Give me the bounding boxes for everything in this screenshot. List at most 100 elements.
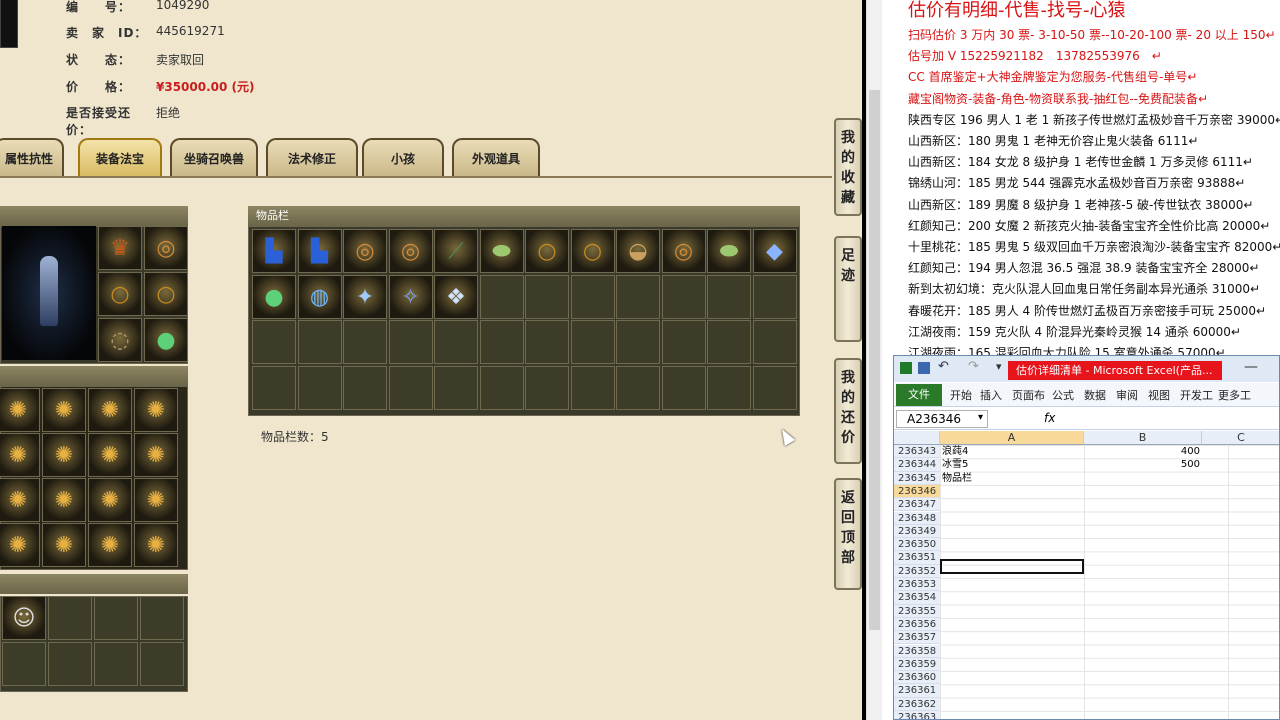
inventory-slot[interactable] [388,320,433,364]
row-header[interactable]: 236347 [894,498,940,512]
ribbon-tab[interactable]: 开发工 [1180,387,1213,403]
inventory-slot[interactable] [297,320,342,364]
tab-2[interactable]: 坐骑召唤兽 [170,138,258,176]
select-all-corner[interactable] [894,431,940,445]
fabao-slot[interactable]: ✺ [134,478,178,522]
inventory-slot[interactable] [752,320,797,364]
inventory-slot[interactable] [752,365,797,410]
child-slot[interactable] [94,596,138,640]
inventory-slot[interactable]: ◆ [752,229,797,273]
row-header[interactable]: 236349 [894,524,940,539]
tab-3[interactable]: 法术修正 [266,138,358,176]
child-slot[interactable] [94,642,138,686]
inventory-slot[interactable] [297,365,342,410]
row-header[interactable]: 236350 [894,538,940,552]
inventory-slot[interactable] [707,320,751,364]
inventory-slot[interactable] [479,320,524,364]
quick-access-dropdown-icon[interactable]: ▾ [996,360,1002,373]
cell-a[interactable]: 物品栏 [940,472,1084,485]
spreadsheet-grid[interactable]: A B C 236343 浪莼4 400 236344 冰雪5 500 236345 物品栏 2363… [894,431,1279,719]
row-header[interactable]: 236356 [894,617,940,632]
inventory-slot[interactable]: ○ [570,229,615,273]
inventory-slot[interactable]: ◎ [388,229,433,273]
fabao-slot[interactable]: ✺ [88,523,132,567]
sidebar-button-1[interactable]: 足迹 [834,236,862,342]
ribbon-tab[interactable]: 视图 [1148,387,1170,403]
inventory-slot[interactable] [752,274,797,319]
fabao-slot[interactable]: ✺ [42,388,86,432]
inventory-slot[interactable]: ◎ [343,229,387,273]
row-header[interactable]: 236362 [894,697,940,711]
scrollbar-thumb[interactable] [869,90,880,630]
inventory-slot[interactable] [252,320,296,364]
fx-icon[interactable]: fx [1044,411,1055,425]
row-header[interactable]: 236351 [894,551,940,565]
cell-b[interactable]: 400 [1084,445,1202,458]
file-tab[interactable]: 文件 [896,384,942,406]
inventory-slot[interactable] [525,320,569,364]
fabao-slot[interactable]: ✺ [0,433,40,477]
inventory-slot[interactable] [616,274,660,319]
inventory-slot[interactable] [616,365,660,410]
ribbon-tab[interactable]: 开始 [950,387,972,403]
inventory-slot[interactable] [434,365,478,410]
cell-a[interactable]: 浪莼4 [940,445,1084,458]
inventory-slot[interactable]: ✦ [343,274,387,319]
fabao-slot[interactable]: ✺ [42,433,86,477]
fabao-slot[interactable]: ✺ [88,388,132,432]
fabao-slot[interactable]: ✺ [88,433,132,477]
cell-a[interactable]: 冰雪5 [940,458,1084,471]
inventory-slot[interactable] [661,274,706,319]
inventory-slot[interactable] [479,274,524,319]
inventory-slot[interactable]: ⬬ [707,229,751,273]
inventory-slot[interactable] [525,274,569,319]
ribbon-tab[interactable]: 审阅 [1116,387,1138,403]
row-header[interactable]: 236345 [894,471,940,485]
inventory-slot[interactable] [616,320,660,364]
inventory-slot[interactable]: ● [252,274,296,319]
row-header[interactable]: 236357 [894,631,940,645]
column-header[interactable]: B [1084,431,1202,445]
fabao-slot[interactable]: ✺ [42,523,86,567]
fabao-slot[interactable]: ✺ [0,523,40,567]
row-header[interactable]: 236353 [894,578,940,592]
cell-b[interactable]: 500 [1084,458,1202,471]
fabao-slot[interactable]: ✺ [42,478,86,522]
equip-slot[interactable]: ● [144,318,188,362]
inventory-slot[interactable]: ○ [525,229,569,273]
fabao-slot[interactable]: ✺ [134,433,178,477]
sidebar-button-3[interactable]: 返回顶部 [834,478,862,590]
equip-slot[interactable]: ○ [144,272,188,316]
page-scrollbar[interactable] [866,0,882,720]
ribbon-tab[interactable]: 插入 [980,387,1002,403]
inventory-slot[interactable]: ▙ [252,229,296,273]
child-slot[interactable]: ☺ [2,596,46,640]
child-slot[interactable] [2,642,46,686]
fabao-slot[interactable]: ✺ [88,478,132,522]
name-box-dropdown-icon[interactable]: ▾ [978,412,983,423]
name-box[interactable]: A236346 [896,410,988,428]
column-header[interactable]: C [1202,431,1279,445]
row-header[interactable]: 236344 [894,458,940,472]
fabao-slot[interactable]: ✺ [134,388,178,432]
active-cell[interactable] [940,559,1084,574]
undo-icon[interactable]: ↶ [938,359,949,374]
inventory-slot[interactable] [707,274,751,319]
inventory-slot[interactable] [388,365,433,410]
row-header[interactable]: 236361 [894,684,940,698]
row-header[interactable]: 236343 [894,445,940,459]
row-header[interactable]: 236359 [894,657,940,672]
ribbon-tab[interactable]: 数据 [1084,387,1106,403]
inventory-slot[interactable]: ⬬ [479,229,524,273]
child-slot[interactable] [140,596,184,640]
row-header[interactable]: 236355 [894,604,940,618]
equip-slot[interactable]: ♛ [98,226,142,270]
inventory-slot[interactable]: ✧ [388,274,433,319]
row-header[interactable]: 236352 [894,564,940,578]
inventory-slot[interactable] [570,320,615,364]
column-header[interactable]: A [940,431,1084,445]
equip-slot[interactable]: ◌ [98,318,142,362]
inventory-slot[interactable]: ▙ [297,229,342,273]
fabao-slot[interactable]: ✺ [134,523,178,567]
ribbon-tab[interactable]: 页面布 [1012,387,1045,403]
